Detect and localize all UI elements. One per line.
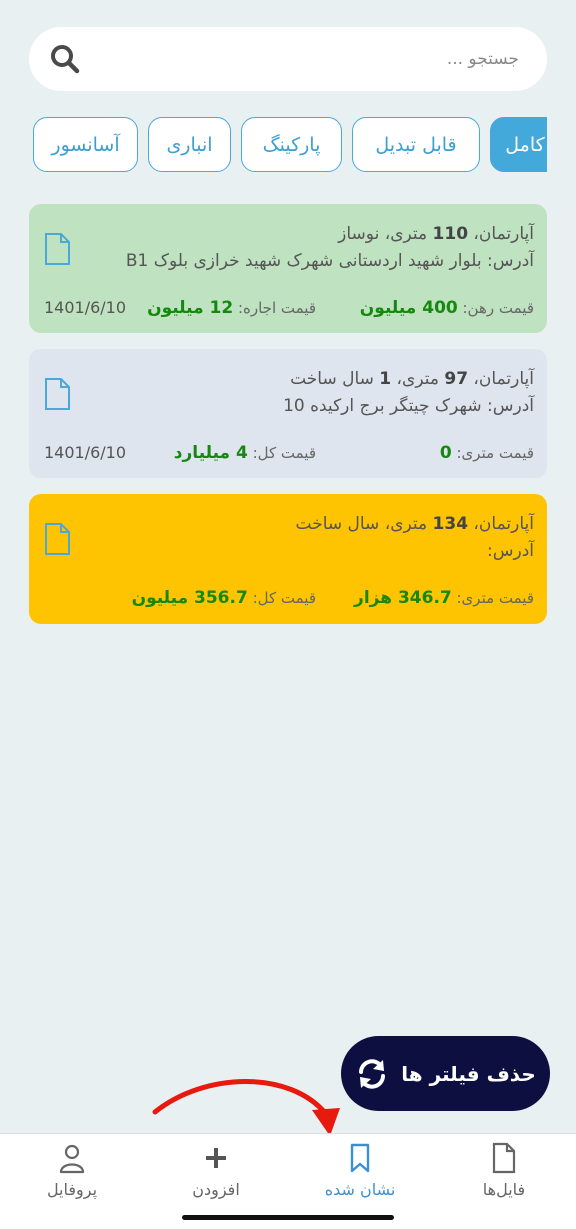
filter-chips: کامل قابل تبدیل پارکینگ انباری آسانسور: [0, 117, 547, 172]
file-icon: [492, 1142, 516, 1174]
property-card[interactable]: آپارتمان، 97 متری، 1 سال ساخت آدرس: شهرک…: [29, 349, 547, 478]
chip-label: کامل: [505, 133, 545, 156]
nav-files[interactable]: فایل‌ها: [432, 1134, 576, 1214]
user-icon: [59, 1144, 85, 1174]
price-total: قیمت کل: 356.7 میلیون: [131, 588, 316, 608]
nav-bookmarked[interactable]: نشان شده: [288, 1134, 432, 1214]
nav-label: فایل‌ها: [482, 1180, 526, 1199]
document-icon: [45, 523, 70, 555]
chip-label: پارکینگ: [262, 133, 321, 156]
price-total: قیمت کل: 4 میلیارد: [173, 443, 316, 463]
price-deposit: قیمت رهن: 400 میلیون: [359, 298, 534, 318]
nav-label: افزودن: [192, 1180, 240, 1199]
search-icon[interactable]: [49, 43, 81, 75]
nav-label: نشان شده: [324, 1180, 396, 1199]
annotation-arrow-icon: [152, 1079, 340, 1136]
nav-add[interactable]: افزودن: [144, 1134, 288, 1214]
price-rent: قیمت اجاره: 12 میلیون: [147, 298, 316, 318]
chip-label: آسانسور: [51, 133, 120, 156]
chip-label: انباری: [166, 133, 213, 156]
price-per-meter: قیمت متری: 346.7 هزار: [354, 588, 534, 608]
card-title: آپارتمان، 97 متری، 1 سال ساخت: [290, 369, 534, 389]
card-address: آدرس: بلوار شهید اردستانی شهرک شهید خراز…: [125, 251, 534, 271]
card-date: 1401/6/10: [44, 443, 127, 462]
plus-icon: [206, 1148, 226, 1168]
clear-filters-label: حذف فیلتر ها: [401, 1061, 536, 1086]
card-date: 1401/6/10: [44, 298, 127, 317]
chip-elevator[interactable]: آسانسور: [33, 117, 138, 172]
document-icon: [45, 378, 70, 410]
search-bar[interactable]: [29, 27, 547, 91]
home-indicator: [182, 1215, 394, 1220]
bookmark-icon: [350, 1143, 370, 1173]
document-icon: [45, 233, 70, 265]
search-input[interactable]: [119, 27, 519, 91]
chip-parking[interactable]: پارکینگ: [241, 117, 342, 172]
chip-storage[interactable]: انباری: [148, 117, 231, 172]
card-address: آدرس: شهرک چیتگر برج ارکیده 10: [283, 396, 534, 416]
chip-complete[interactable]: کامل: [490, 117, 547, 172]
card-address: آدرس:: [487, 541, 534, 561]
property-card[interactable]: آپارتمان، 134 متری، سال ساخت آدرس: قیمت …: [29, 494, 547, 624]
card-title: آپارتمان، 110 متری، نوساز: [338, 224, 534, 244]
nav-label: پروفایل: [46, 1180, 98, 1199]
card-title: آپارتمان، 134 متری، سال ساخت: [295, 514, 535, 534]
property-card[interactable]: آپارتمان، 110 متری، نوساز آدرس: بلوار شه…: [29, 204, 547, 333]
refresh-icon: [359, 1058, 386, 1089]
chip-convertible[interactable]: قابل تبدیل: [352, 117, 480, 172]
clear-filters-button[interactable]: حذف فیلتر ها: [341, 1036, 550, 1111]
price-per-meter: قیمت متری: 0: [439, 443, 534, 463]
chip-label: قابل تبدیل: [375, 133, 457, 156]
nav-profile[interactable]: پروفایل: [0, 1134, 144, 1214]
